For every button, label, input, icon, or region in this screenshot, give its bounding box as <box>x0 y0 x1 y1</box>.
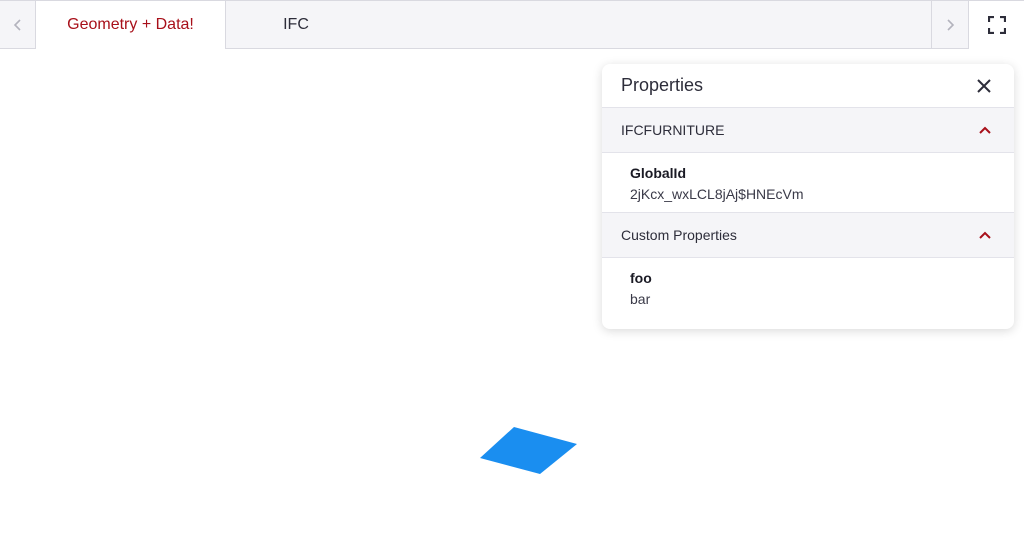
ifc-furniture-geometry[interactable] <box>478 424 578 476</box>
chevron-right-icon <box>946 19 954 31</box>
tab-bar: Geometry + Data! IFC <box>0 0 1024 49</box>
section-title: Custom Properties <box>621 227 737 243</box>
properties-panel-header: Properties <box>602 64 1014 108</box>
tab-label: IFC <box>283 16 309 33</box>
tab-ifc[interactable]: IFC <box>226 1 366 49</box>
tab-scroll-right-button[interactable] <box>931 1 967 49</box>
panel-title: Properties <box>621 75 704 95</box>
section-header-ifcfurniture[interactable]: IFCFURNITURE <box>602 108 1014 153</box>
chevron-left-icon <box>13 19 21 31</box>
section-body-custom-properties: foo bar <box>602 258 1014 317</box>
tab-label: Geometry + Data! <box>67 16 194 33</box>
chevron-up-icon[interactable] <box>979 231 991 239</box>
section-header-custom-properties[interactable]: Custom Properties <box>602 213 1014 258</box>
fullscreen-button[interactable] <box>968 1 1024 49</box>
property-key: foo <box>630 270 652 286</box>
fullscreen-icon <box>987 16 1006 34</box>
property-value: 2jKcx_wxLCL8jAj$HNEcVm <box>630 186 804 202</box>
property-key: GlobalId <box>630 165 686 181</box>
tab-geometry-data[interactable]: Geometry + Data! <box>36 1 226 49</box>
close-icon <box>977 78 991 93</box>
close-button[interactable] <box>972 74 996 98</box>
property-value: bar <box>630 291 651 307</box>
properties-panel: Properties IFCFURNITURE GlobalId 2jKcx_w… <box>602 64 1014 329</box>
section-body-ifcfurniture: GlobalId 2jKcx_wxLCL8jAj$HNEcVm <box>602 153 1014 213</box>
section-title: IFCFURNITURE <box>621 122 725 138</box>
tab-scroll-left-button[interactable] <box>0 1 36 49</box>
chevron-up-icon[interactable] <box>979 126 991 134</box>
